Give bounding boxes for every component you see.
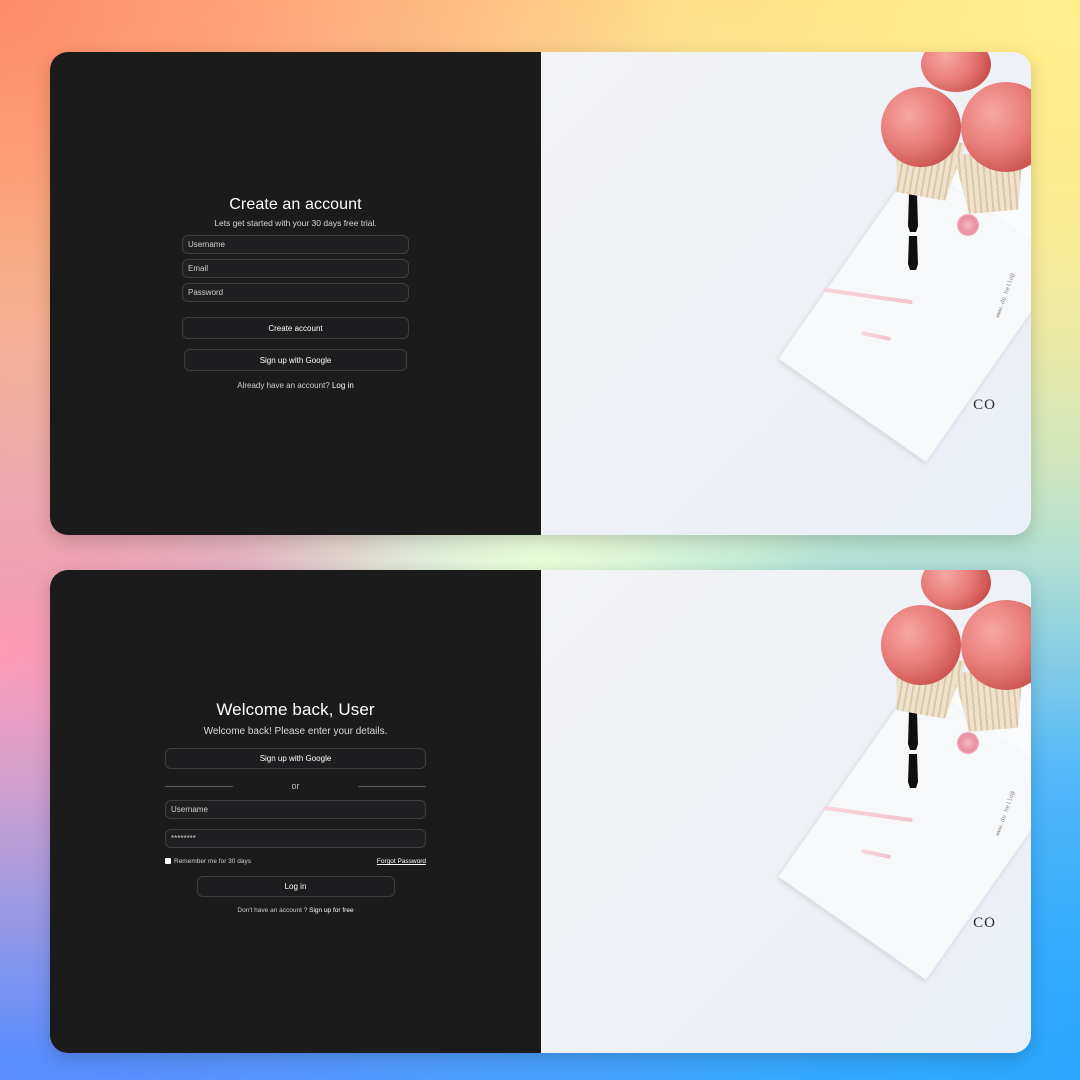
username-input[interactable]: Username (182, 235, 409, 254)
cupcakes-photo (881, 570, 1031, 750)
signup-subtitle: Lets get started with your 30 days free … (214, 218, 377, 228)
signup-link[interactable]: Sign up for free (309, 907, 353, 914)
login-footer-text: Don't have an account ? (237, 907, 308, 914)
or-divider: or (165, 781, 426, 791)
forgot-password-link[interactable]: Forgot Password (377, 858, 426, 865)
divider-text: or (291, 781, 300, 791)
signup-panel: Create an account Lets get started with … (50, 52, 541, 535)
signup-fields: Username Email Password (182, 235, 409, 302)
password-input[interactable]: Password (182, 283, 409, 302)
hero-image: CO www.de hello@ (541, 52, 1031, 535)
signup-form: Create an account Lets get started with … (182, 196, 409, 390)
brand-text: CO (973, 397, 996, 413)
signup-footer-text: Already have an account? (237, 381, 330, 390)
google-login-button[interactable]: Sign up with Google (165, 748, 426, 769)
login-button[interactable]: Log in (196, 876, 395, 897)
signup-card: Create an account Lets get started with … (50, 52, 1031, 535)
login-footer: Don't have an account ? Sign up for free (165, 907, 426, 914)
remember-checkbox[interactable] (165, 858, 171, 865)
cupcakes-photo (881, 52, 1031, 232)
hero-image: CO www.de hello@ (541, 570, 1031, 1053)
create-account-button[interactable]: Create account (182, 317, 409, 339)
username-input[interactable]: Username (165, 800, 426, 819)
signup-footer: Already have an account? Log in (182, 381, 409, 390)
cupcake-icon (921, 52, 991, 92)
cupcake-icon (881, 605, 961, 685)
brand-text: CO (973, 915, 996, 931)
email-input[interactable]: Email (182, 259, 409, 278)
cupcake-icon (881, 87, 961, 167)
login-options: Remember me for 30 days Forgot Password (165, 858, 426, 865)
google-signup-button[interactable]: Sign up with Google (184, 349, 407, 371)
login-card: Welcome back, User Welcome back! Please … (50, 570, 1031, 1053)
login-link[interactable]: Log in (332, 381, 354, 390)
divider-line (357, 785, 426, 787)
signup-title: Create an account (229, 196, 362, 213)
remember-me[interactable]: Remember me for 30 days (165, 858, 251, 865)
cupcake-icon (921, 570, 991, 610)
remember-label: Remember me for 30 days (174, 858, 251, 865)
login-title: Welcome back, User (216, 700, 375, 719)
login-subtitle: Welcome back! Please enter your details. (203, 726, 388, 737)
login-form: Welcome back, User Welcome back! Please … (165, 700, 426, 914)
divider-line (165, 785, 233, 787)
login-panel: Welcome back, User Welcome back! Please … (50, 570, 541, 1053)
password-input[interactable]: ******** (165, 829, 426, 848)
